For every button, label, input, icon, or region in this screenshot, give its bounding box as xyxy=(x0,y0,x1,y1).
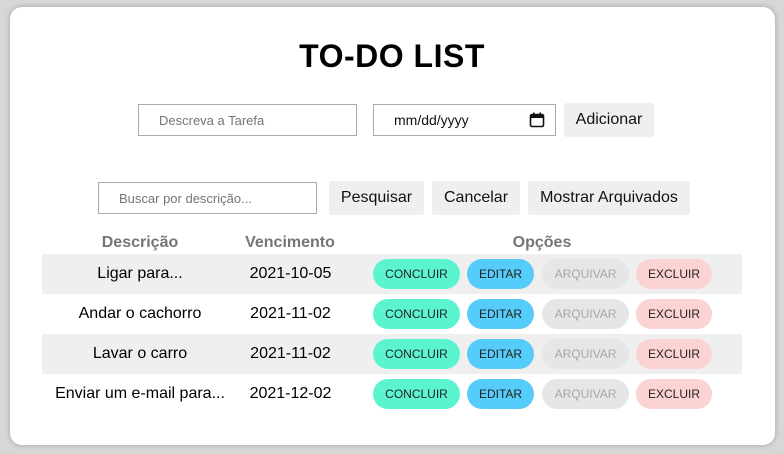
complete-button[interactable]: CONCLUIR xyxy=(373,259,460,289)
delete-button[interactable]: EXCLUIR xyxy=(636,339,712,369)
task-description: Lavar o carro xyxy=(92,345,188,362)
delete-button[interactable]: EXCLUIR xyxy=(636,299,712,329)
show-archived-button[interactable]: Mostrar Arquivados xyxy=(528,181,690,215)
delete-button[interactable]: EXCLUIR xyxy=(636,259,712,289)
edit-button[interactable]: EDITAR xyxy=(467,299,534,329)
search-button[interactable]: Pesquisar xyxy=(329,181,424,215)
task-description: Ligar para... xyxy=(97,265,183,282)
page-title: TO-DO LIST xyxy=(299,38,485,74)
edit-button[interactable]: EDITAR xyxy=(467,339,534,369)
search-input[interactable]: Buscar por descrição... xyxy=(98,182,317,214)
table-row: Andar o cachorro 2021-11-02 CONCLUIR EDI… xyxy=(42,294,742,334)
archive-button[interactable]: ARQUIVAR xyxy=(542,259,629,289)
edit-button[interactable]: EDITAR xyxy=(467,379,534,409)
task-description: Enviar um e-mail para... xyxy=(55,385,225,402)
search-placeholder: Buscar por descrição... xyxy=(119,190,252,206)
table-row: Lavar o carro 2021-11-02 CONCLUIR EDITAR… xyxy=(42,334,742,374)
archive-button[interactable]: ARQUIVAR xyxy=(542,339,629,369)
complete-button[interactable]: CONCLUIR xyxy=(373,339,460,369)
add-task-button[interactable]: Adicionar xyxy=(564,103,654,137)
table-row: Ligar para... 2021-10-05 CONCLUIR EDITAR… xyxy=(42,254,742,294)
calendar-icon[interactable] xyxy=(529,112,545,128)
task-due-date: 2021-10-05 xyxy=(249,265,332,282)
task-description-input[interactable]: Descreva a Tarefa xyxy=(138,104,357,136)
due-date-input[interactable]: mm/dd/yyyy xyxy=(373,104,556,136)
header-due-date: Vencimento xyxy=(245,234,335,251)
task-due-date: 2021-11-02 xyxy=(250,345,331,362)
task-description: Andar o cachorro xyxy=(78,305,202,322)
task-due-date: 2021-11-02 xyxy=(250,305,331,322)
edit-button[interactable]: EDITAR xyxy=(467,259,534,289)
task-due-date: 2021-12-02 xyxy=(249,385,332,402)
complete-button[interactable]: CONCLUIR xyxy=(373,379,460,409)
task-description-placeholder: Descreva a Tarefa xyxy=(159,112,265,128)
delete-button[interactable]: EXCLUIR xyxy=(636,379,712,409)
archive-button[interactable]: ARQUIVAR xyxy=(542,299,629,329)
complete-button[interactable]: CONCLUIR xyxy=(373,299,460,329)
table-row: Enviar um e-mail para... 2021-12-02 CONC… xyxy=(42,374,742,414)
due-date-value: mm/dd/yyyy xyxy=(394,112,469,128)
header-description: Descrição xyxy=(101,234,179,251)
header-options: Opções xyxy=(512,234,572,251)
archive-button[interactable]: ARQUIVAR xyxy=(542,379,629,409)
cancel-button[interactable]: Cancelar xyxy=(432,181,520,215)
